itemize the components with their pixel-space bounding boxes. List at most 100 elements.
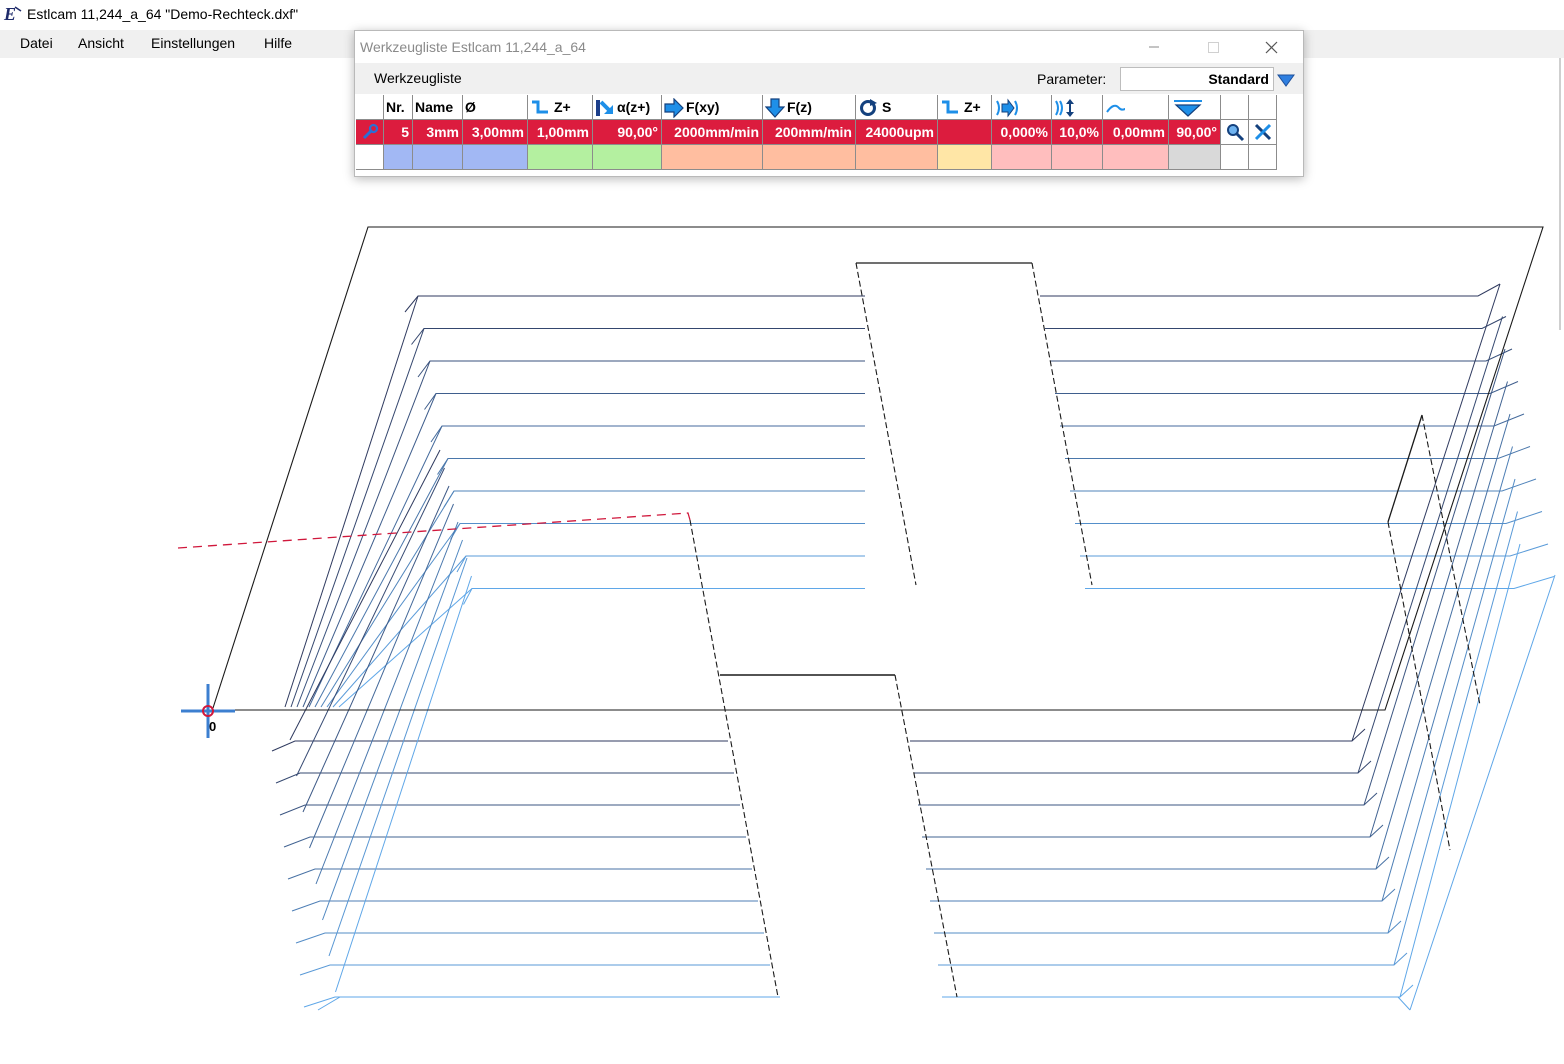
column-header-label: Name (415, 99, 454, 115)
column-header-0[interactable] (356, 95, 384, 120)
tool-cell-3[interactable]: 3,00mm (463, 120, 528, 145)
color-group-cell-0 (356, 145, 384, 170)
feed-z-arrow-icon (765, 98, 785, 118)
column-header-11[interactable] (1052, 95, 1103, 120)
search-icon[interactable] (1225, 122, 1245, 142)
column-header-14[interactable] (1221, 95, 1249, 120)
toolpath-upper-right (1055, 381, 1519, 394)
tool-cell-8[interactable]: 24000upm (856, 120, 938, 145)
color-group-cell-7 (763, 145, 856, 170)
color-group-cell-3 (463, 145, 528, 170)
toolpath-lower-left (303, 996, 776, 1008)
tool-cell-5[interactable]: 90,00° (593, 120, 662, 145)
menu-hilfe[interactable]: Hilfe (264, 35, 292, 51)
menu-ansicht[interactable]: Ansicht (78, 35, 124, 51)
toolpath-depth-right (1357, 316, 1503, 774)
rapid-move-path (177, 512, 691, 549)
toolpath-lower-right (922, 824, 1384, 838)
tool-cell-value: 90,00° (617, 124, 658, 140)
toolpath-layer (271, 283, 1556, 1011)
column-header-7[interactable]: F(z) (763, 95, 856, 120)
toolpath-upper-left (437, 458, 865, 475)
tool-cell-10[interactable]: 0,000% (992, 120, 1052, 145)
column-header-10[interactable] (992, 95, 1052, 120)
toolpath-lower-right (938, 952, 1408, 966)
menu-werkzeugliste[interactable]: Werkzeugliste (374, 70, 462, 86)
toolpath-depth-right (1375, 413, 1511, 870)
toolpath-upper-right (1085, 576, 1555, 589)
tool-cell-11[interactable]: 10,0% (1052, 120, 1103, 145)
tool-cell-14[interactable] (1221, 120, 1249, 145)
toolpath-upper-left (450, 523, 865, 540)
column-header-5[interactable]: α(z+) (593, 95, 662, 120)
dropdown-arrow-icon[interactable] (1277, 73, 1295, 87)
minimize-icon[interactable] (1131, 31, 1177, 63)
column-header-12[interactable] (1103, 95, 1169, 120)
toolpath-upper-right (1065, 446, 1531, 459)
cad-viewport[interactable]: 0 (0, 58, 1564, 1064)
column-header-3[interactable]: Ø (463, 95, 528, 120)
toolpath-lower-right (942, 984, 1414, 998)
column-header-9[interactable]: Z+ (938, 95, 992, 120)
toolpath-depth-right (1399, 543, 1521, 998)
column-header-15[interactable] (1249, 95, 1277, 120)
tool-cell-9[interactable] (938, 120, 992, 145)
column-header-8[interactable]: S (856, 95, 938, 120)
toolpath-upper-left (456, 555, 865, 573)
toolpath-depth-left-lower (322, 539, 463, 921)
origin-marker[interactable]: 0 (181, 684, 235, 738)
plunge-angle-icon (596, 100, 613, 116)
toolpath-depth-left-lower (328, 557, 468, 957)
menu-datei[interactable]: Datei (20, 35, 53, 51)
toolpath-lower-left (283, 836, 746, 848)
outline-inner-right-edge (894, 674, 958, 998)
column-header-label: Ø (465, 99, 476, 115)
column-header-13[interactable] (1169, 95, 1221, 120)
tool-cell-7[interactable]: 200mm/min (763, 120, 856, 145)
column-header-6[interactable]: F(xy) (662, 95, 763, 120)
column-header-1[interactable]: Nr. (384, 95, 413, 120)
outline-inner-left-edge (689, 519, 779, 998)
column-header-2[interactable]: Name (413, 95, 463, 120)
parameter-select[interactable]: Standard (1120, 67, 1274, 91)
tool-cell-2[interactable]: 3mm (413, 120, 463, 145)
maximize-icon[interactable] (1190, 31, 1236, 63)
svg-text:E: E (3, 4, 16, 24)
tool-cell-12[interactable]: 0,00mm (1103, 120, 1169, 145)
color-group-cell-14 (1221, 145, 1249, 170)
toolpath-depth-left-lower (335, 575, 472, 993)
estlcam-logo-icon: E (3, 4, 22, 24)
tool-cell-13[interactable]: 90,00° (1169, 120, 1221, 145)
tool-cell-value: 24000upm (865, 124, 934, 140)
color-group-cell-11 (1052, 145, 1103, 170)
toolpath-upper-left (463, 588, 865, 605)
parameter-select-value: Standard (1208, 71, 1269, 87)
tool-cell-6[interactable]: 2000mm/min (662, 120, 763, 145)
column-header-label: α(z+) (617, 99, 651, 115)
outline-right-notch (1387, 414, 1423, 523)
toolpath-lower-left (295, 932, 764, 944)
outline-slot-left-edge (855, 262, 917, 586)
toolpath-upper-left (443, 490, 865, 508)
tool-cell-0[interactable] (356, 120, 384, 145)
tool-window-menubar: Werkzeugliste Parameter: Standard (355, 63, 1303, 94)
toolpath-lower-right (918, 792, 1378, 806)
toolpath-upper-left (424, 393, 865, 410)
close-icon[interactable] (1249, 31, 1295, 63)
column-header-label: Nr. (386, 99, 405, 115)
tool-cell-1[interactable]: 5 (384, 120, 413, 145)
toolpath-lower-left (279, 804, 740, 816)
column-header-4[interactable]: Z+ (528, 95, 593, 120)
tool-window-titlebar[interactable]: Werkzeugliste Estlcam 11,244_a_64 (355, 31, 1303, 63)
tool-cell-4[interactable]: 1,00mm (528, 120, 593, 145)
column-header-label: F(z) (787, 99, 812, 115)
overlap-icon (1055, 99, 1074, 117)
menu-einstellungen[interactable]: Einstellungen (151, 35, 235, 51)
tool-cell-value: 10,0% (1059, 124, 1099, 140)
spindle-rotation-icon (860, 99, 877, 116)
tool-cell-value: 0,000% (1000, 124, 1048, 140)
color-group-cell-5 (593, 145, 662, 170)
toolpath-upper-right (1050, 348, 1513, 362)
tool-cell-15[interactable] (1249, 120, 1277, 145)
delete-tool-icon[interactable] (1253, 122, 1273, 142)
